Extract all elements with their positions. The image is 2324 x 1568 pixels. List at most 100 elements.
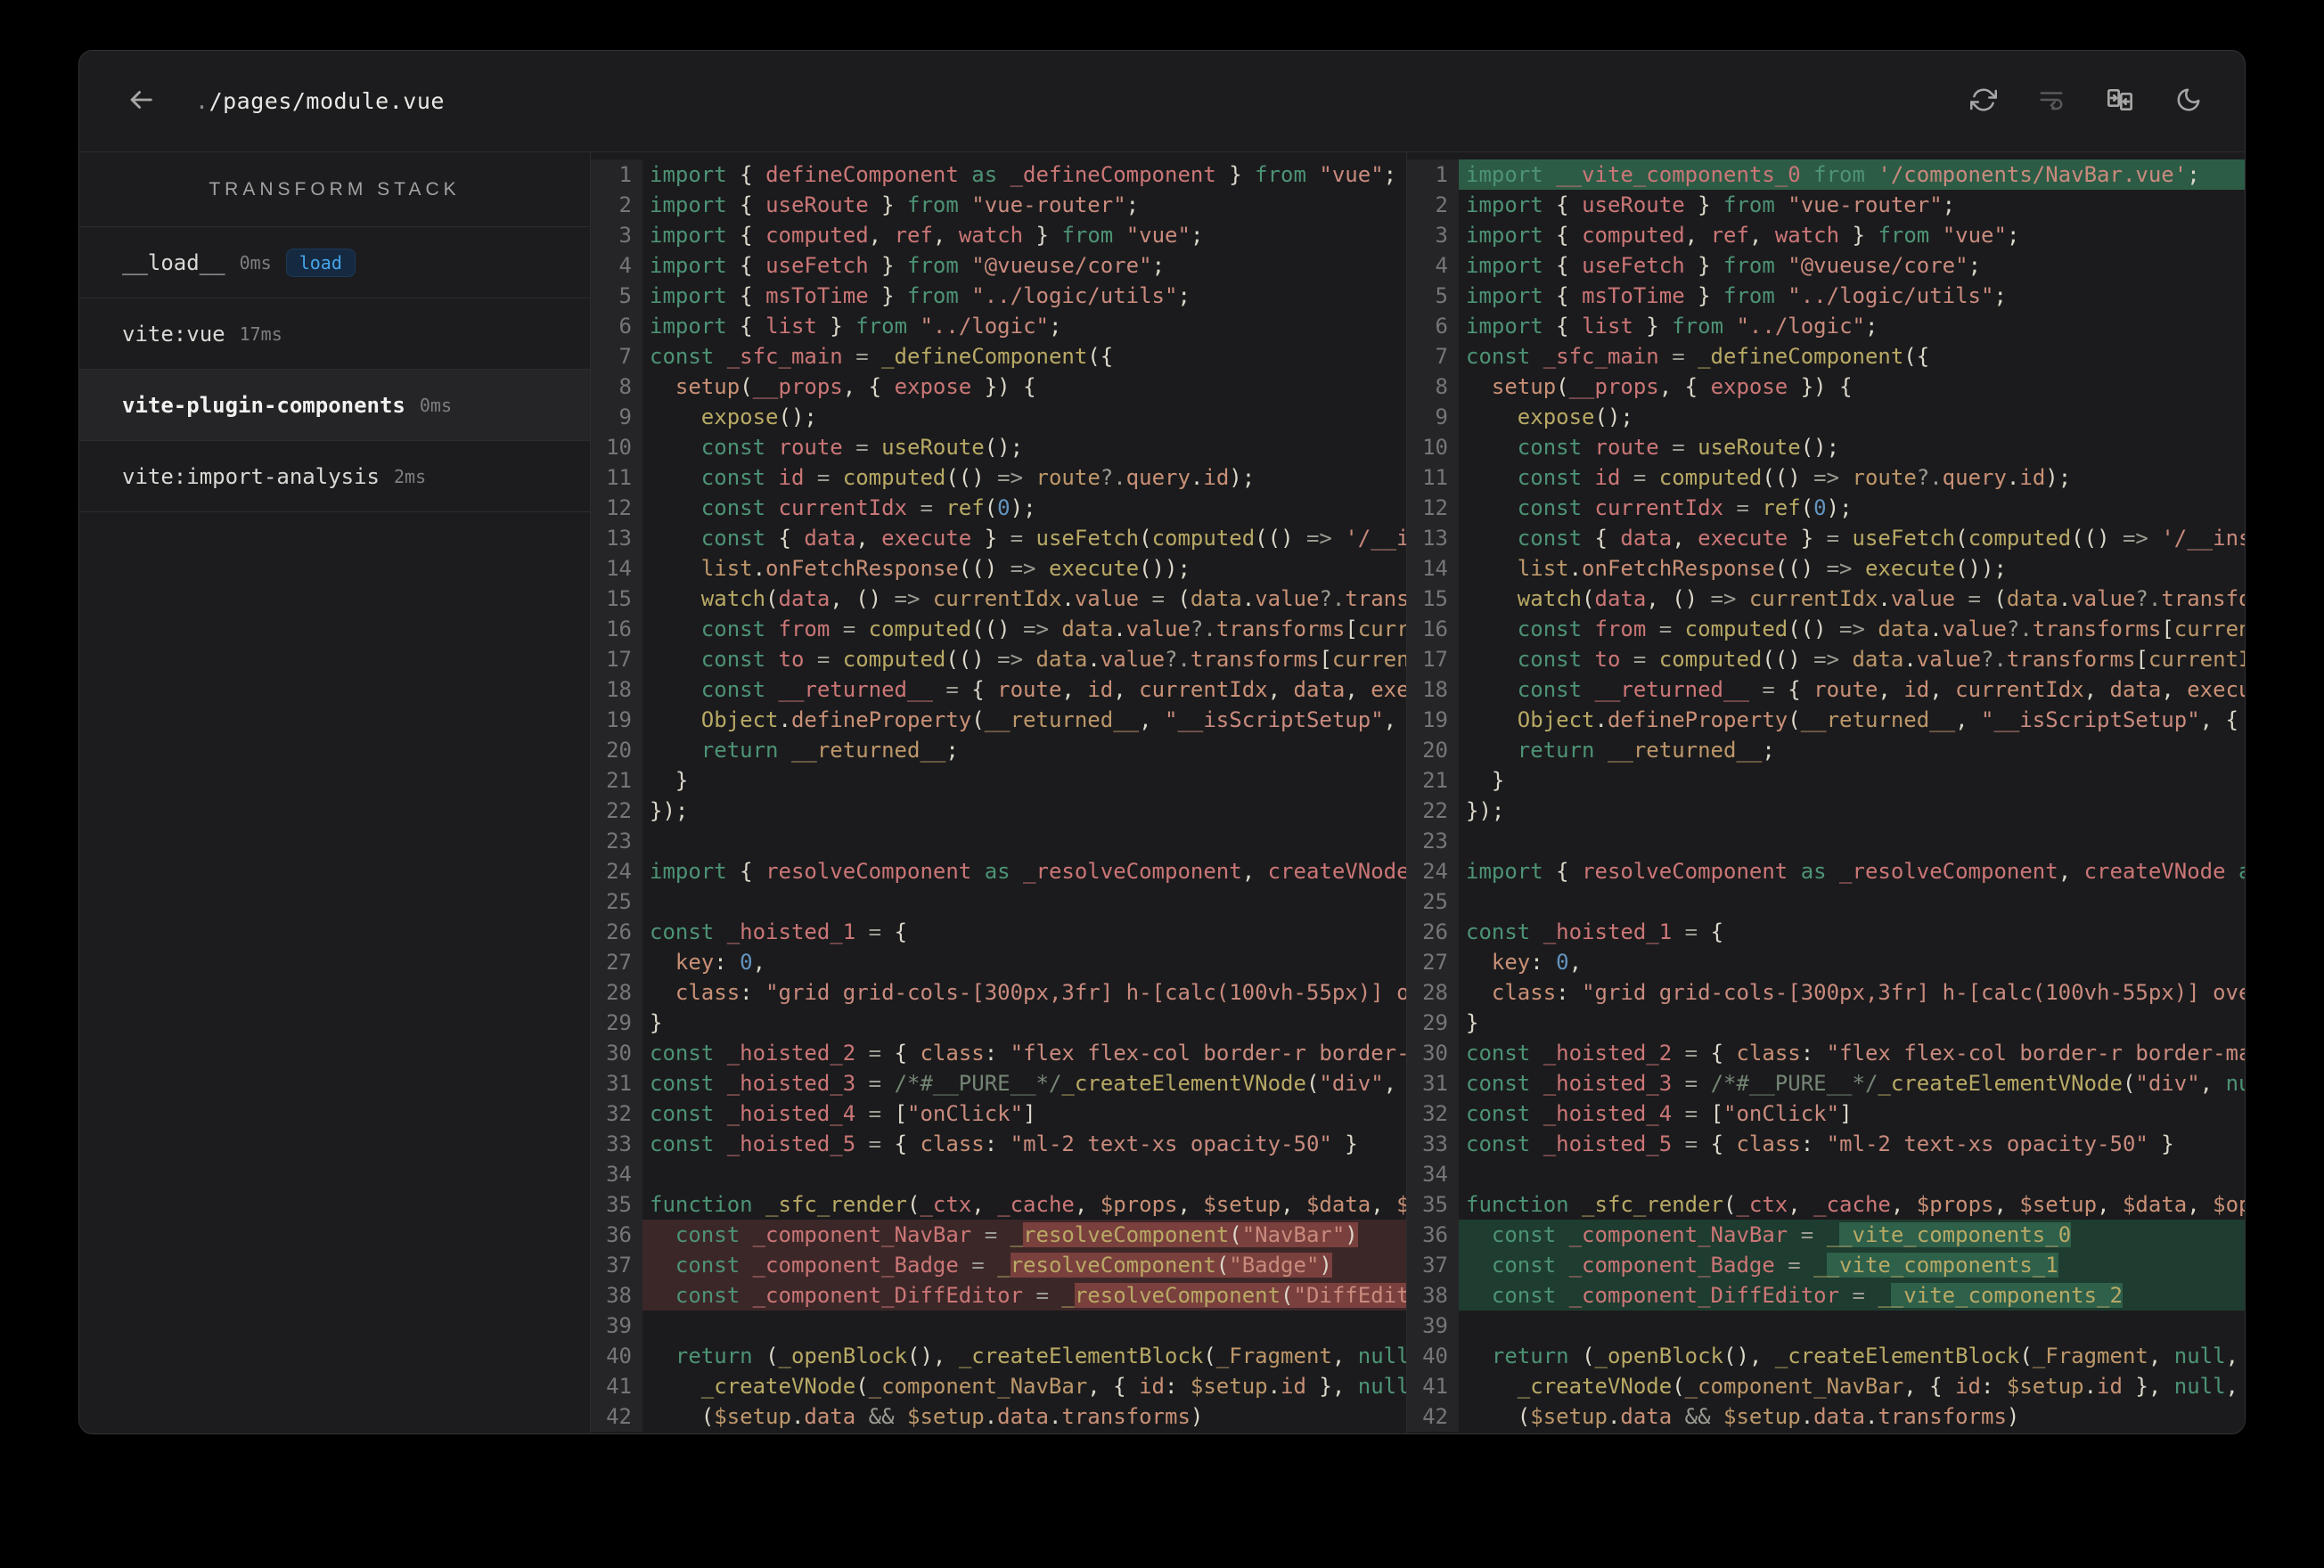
code-line: 7 const _sfc_main = _defineComponent({: [1407, 341, 2245, 372]
code-text: const _hoisted_1 = {: [1466, 919, 1724, 944]
code-line: 9 expose();: [591, 402, 1406, 432]
line-number: 38: [591, 1280, 642, 1311]
line-number: 32: [1407, 1098, 1459, 1129]
line-number: 14: [591, 553, 642, 584]
code-text: const _hoisted_2 = { class: "flex flex-c…: [650, 1041, 1406, 1066]
code-line: 16 const from = computed(() => data.valu…: [591, 614, 1406, 644]
code-text: import { resolveComponent as _resolveCom…: [650, 859, 1406, 884]
code-line: 17 const to = computed(() => data.value?…: [1407, 644, 2245, 674]
code-line: 26 const _hoisted_1 = {: [1407, 917, 2245, 947]
line-number: 19: [1407, 705, 1459, 735]
code-line: 36 const _component_NavBar = __vite_comp…: [1407, 1220, 2245, 1250]
code-line: 36 const _component_NavBar = _resolveCom…: [591, 1220, 1406, 1250]
code-text: const { data, execute } = useFetch(compu…: [700, 526, 1406, 551]
code-text: const route = useRoute();: [700, 435, 1024, 460]
line-number: 35: [1407, 1189, 1459, 1220]
page: ./pages/module.vue TRANSFORM STACK __loa…: [0, 0, 2324, 1568]
transformed-code-panel[interactable]: 1 import __vite_components_0 from '/compo…: [1407, 152, 2245, 1433]
header-actions: [1963, 78, 2209, 124]
code-line: 14 list.onFetchResponse(() => execute())…: [1407, 553, 2245, 584]
line-number: 39: [1407, 1311, 1459, 1341]
code-line: 5 import { msToTime } from "../logic/util…: [1407, 281, 2245, 311]
line-number: 29: [591, 1008, 642, 1038]
sidebar-item-vite-vue[interactable]: vite:vue 17ms: [79, 298, 590, 370]
code-text: function _sfc_render(_ctx, _cache, $prop…: [650, 1192, 1406, 1217]
line-number: 3: [1407, 220, 1459, 250]
line-number: 18: [591, 674, 642, 705]
code-text: import { resolveComponent as _resolveCom…: [1466, 859, 2245, 884]
line-number: 33: [1407, 1129, 1459, 1159]
sidebar-item-vite-plugin-components[interactable]: vite-plugin-components 0ms: [79, 370, 590, 441]
side-by-side-button[interactable]: [2099, 78, 2141, 124]
code-text: class: "grid grid-cols-[300px,3fr] h-[ca…: [1491, 980, 2245, 1005]
code-text: const route = useRoute();: [1517, 435, 1840, 460]
code-text: expose();: [700, 404, 817, 429]
original-code-panel[interactable]: 1 import { defineComponent as _defineComp…: [591, 152, 1407, 1433]
line-number: 31: [1407, 1068, 1459, 1098]
file-path-dot: .: [195, 88, 209, 114]
code-text: });: [1466, 798, 1505, 823]
line-number: 37: [1407, 1250, 1459, 1280]
line-number: 29: [1407, 1008, 1459, 1038]
refresh-button[interactable]: [1963, 79, 2004, 123]
code-line: 29}: [1407, 1008, 2245, 1038]
code-text: const _hoisted_1 = {: [650, 919, 908, 944]
code-text: const _sfc_main = _defineComponent({: [1466, 344, 1930, 369]
code-line: 28 class: "grid grid-cols-[300px,3fr] h-…: [1407, 977, 2245, 1008]
dark-mode-button[interactable]: [2168, 79, 2209, 123]
transform-stack-sidebar: TRANSFORM STACK __load__ 0ms load vite:v…: [79, 152, 591, 1433]
line-number: 21: [591, 765, 642, 796]
code-line: 39: [591, 1311, 1406, 1341]
code-text: const _hoisted_4 = ["onClick"]: [650, 1101, 1036, 1126]
code-text: const { data, execute } = useFetch(compu…: [1517, 526, 2245, 551]
line-number: 22: [1407, 796, 1459, 826]
code-line: 41 _createVNode(_component_NavBar, { id:…: [591, 1371, 1406, 1401]
code-text: import { msToTime } from "../logic/utils…: [650, 283, 1191, 308]
back-button[interactable]: [119, 78, 163, 125]
code-text: key: 0,: [1491, 950, 1583, 975]
plugin-time: 0ms: [419, 394, 453, 416]
line-number: 1: [591, 159, 642, 190]
code-text: _createVNode(_component_NavBar, { id: $s…: [700, 1374, 1406, 1399]
line-number: 14: [1407, 553, 1459, 584]
code-line: 24 import { resolveComponent as _resolveC…: [1407, 856, 2245, 886]
line-wrap-button[interactable]: [2031, 79, 2072, 123]
line-number: 4: [591, 250, 642, 281]
code-line: 23: [1407, 826, 2245, 856]
code-line: 10 const route = useRoute();: [591, 432, 1406, 462]
code-text: setup(__props, { expose }) {: [1491, 374, 1853, 399]
code-line: 33 const _hoisted_5 = { class: "ml-2 text…: [1407, 1129, 2245, 1159]
line-number: 34: [591, 1159, 642, 1189]
line-number: 7: [591, 341, 642, 372]
code-text: return (_openBlock(), _createElementBloc…: [675, 1343, 1406, 1368]
line-number: 15: [1407, 584, 1459, 614]
code-line: 29}: [591, 1008, 1406, 1038]
back-arrow-icon: [126, 85, 156, 118]
code-line: 25: [1407, 886, 2245, 917]
code-line: 39: [1407, 1311, 2245, 1341]
code-line: 25: [591, 886, 1406, 917]
line-number: 30: [1407, 1038, 1459, 1068]
line-number: 4: [1407, 250, 1459, 281]
code-line: 42 ($setup.data && $setup.data.transform…: [1407, 1401, 2245, 1432]
code-line: 18 const __returned__ = { route, id, cur…: [1407, 674, 2245, 705]
code-line: 26 const _hoisted_1 = {: [591, 917, 1406, 947]
code-text: watch(data, () => currentIdx.value = (da…: [700, 586, 1406, 611]
code-line: 5 import { msToTime } from "../logic/util…: [591, 281, 1406, 311]
code-line: 11 const id = computed(() => route?.quer…: [1407, 462, 2245, 493]
line-number: 41: [591, 1371, 642, 1401]
code-line: 24 import { resolveComponent as _resolveC…: [591, 856, 1406, 886]
line-number: 32: [591, 1098, 642, 1129]
line-number: 26: [591, 917, 642, 947]
code-text: return (_openBlock(), _createElementBloc…: [1491, 1343, 2239, 1368]
sidebar-item-vite-import-analysis[interactable]: vite:import-analysis 2ms: [79, 441, 590, 512]
code-line: 13 const { data, execute } = useFetch(co…: [591, 523, 1406, 553]
diff-highlighted-code: const _component_DiffEditor = _resolveCo…: [642, 1280, 1406, 1311]
code-line: 4 import { useFetch } from "@vueuse/core"…: [591, 250, 1406, 281]
sidebar-item-load[interactable]: __load__ 0ms load: [79, 227, 590, 298]
